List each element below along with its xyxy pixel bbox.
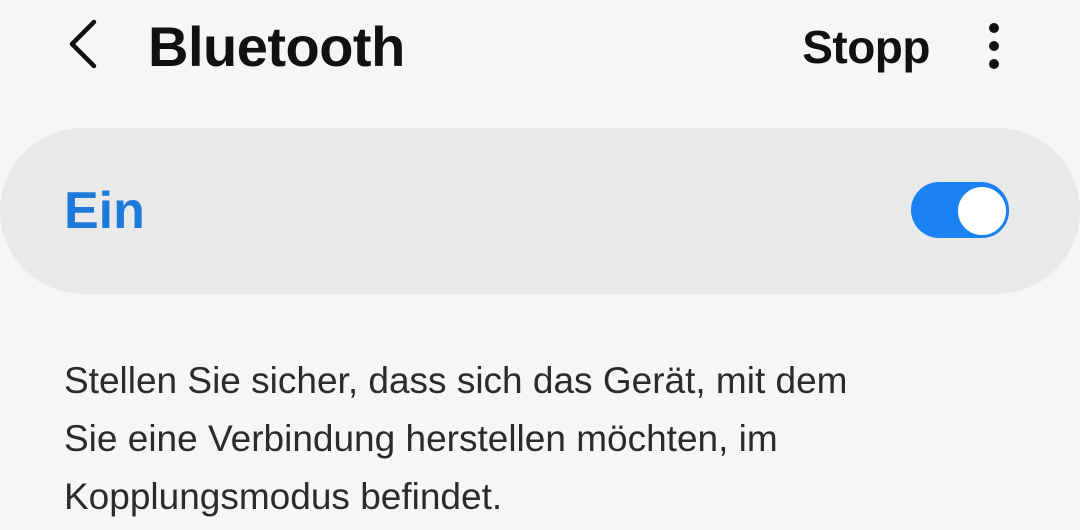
hint-line-3: Kopplungsmodus befindet. bbox=[64, 476, 503, 517]
pairing-hint-text: Stellen Sie sicher, dass sich das Gerät,… bbox=[64, 352, 964, 526]
hint-line-2: Sie eine Verbindung herstellen möchten, … bbox=[64, 418, 778, 459]
toggle-state-label: Ein bbox=[64, 182, 145, 240]
switch-thumb bbox=[955, 184, 1009, 238]
stop-button[interactable]: Stopp bbox=[802, 12, 930, 82]
hint-line-1: Stellen Sie sicher, dass sich das Gerät,… bbox=[64, 360, 848, 401]
back-button[interactable] bbox=[52, 12, 116, 76]
chevron-left-icon bbox=[69, 19, 97, 69]
bluetooth-switch[interactable] bbox=[911, 182, 1009, 238]
more-vertical-icon bbox=[989, 23, 999, 69]
more-options-button[interactable] bbox=[964, 14, 1024, 78]
bluetooth-toggle-card[interactable]: Ein bbox=[0, 128, 1080, 294]
page-title: Bluetooth bbox=[148, 15, 405, 78]
